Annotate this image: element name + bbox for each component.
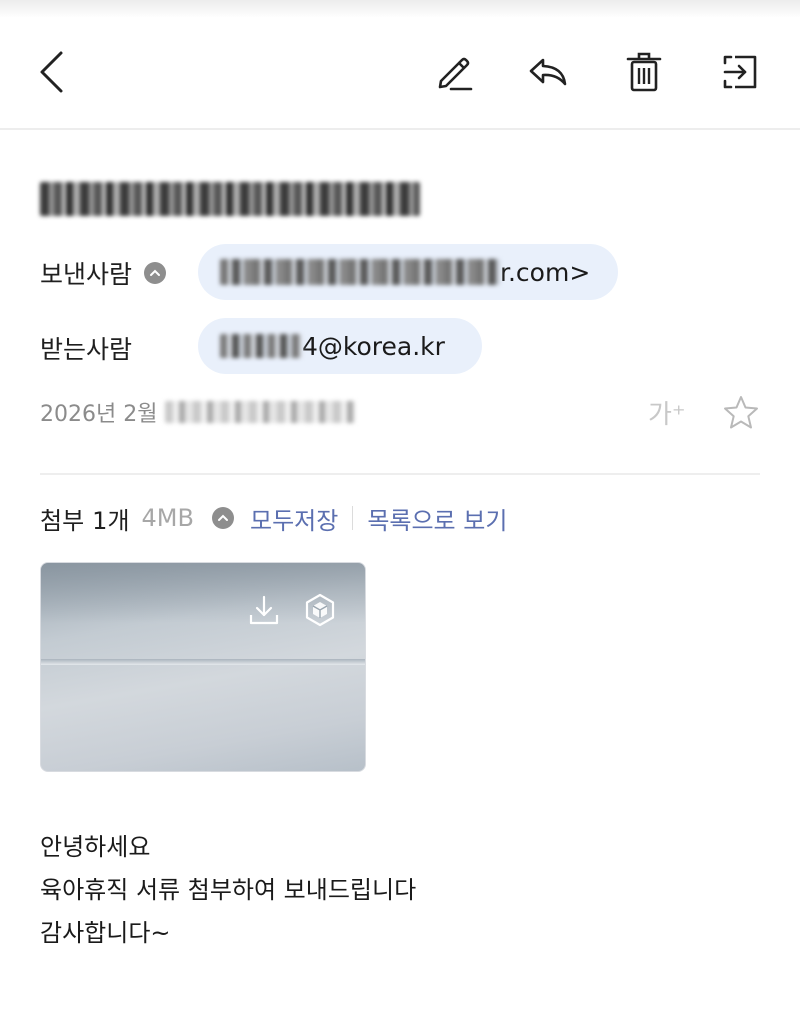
chevron-up-icon bbox=[150, 269, 161, 276]
body-line: 안녕하세요 bbox=[40, 833, 151, 861]
sender-label: 보낸사람 bbox=[40, 260, 133, 289]
star-icon bbox=[724, 396, 758, 429]
recipient-redacted bbox=[220, 334, 302, 358]
date-redacted bbox=[165, 401, 356, 423]
edit-icon bbox=[438, 57, 473, 91]
download-attachment-button[interactable] bbox=[247, 593, 281, 631]
reply-button[interactable] bbox=[520, 44, 576, 100]
body-line: 육아휴직 서류 첨부하여 보내드립니다 bbox=[40, 876, 417, 904]
header-divider bbox=[40, 473, 760, 475]
attachments-label: 첨부 bbox=[40, 506, 85, 535]
sender-address: r.com> bbox=[500, 257, 591, 287]
back-button[interactable] bbox=[24, 44, 80, 100]
save-all-link[interactable]: 모두저장 bbox=[250, 501, 338, 536]
attachment-thumbnail[interactable] bbox=[40, 562, 366, 772]
sender-redacted bbox=[220, 259, 500, 285]
drive-box-icon bbox=[305, 593, 335, 627]
mail-date: 2026년 2월 bbox=[40, 396, 356, 428]
trash-icon bbox=[626, 52, 662, 92]
recipient-address: 4@korea.kr bbox=[302, 331, 445, 361]
sender-chip[interactable]: r.com> bbox=[198, 244, 618, 300]
subject-redacted bbox=[40, 182, 420, 216]
download-icon bbox=[249, 595, 279, 625]
font-size-button[interactable]: 가⁺ bbox=[648, 394, 686, 431]
view-list-link[interactable]: 목록으로 보기 bbox=[367, 501, 507, 536]
mail-body: 안녕하세요 육아휴직 서류 첨부하여 보내드립니다 감사합니다~ bbox=[40, 826, 416, 955]
sender-expand-button[interactable] bbox=[144, 262, 167, 284]
recipient-label: 받는사람 bbox=[40, 335, 133, 364]
recipient-chip[interactable]: 4@korea.kr bbox=[198, 318, 482, 374]
mail-subject bbox=[40, 180, 420, 218]
save-to-drive-button[interactable] bbox=[303, 593, 337, 631]
edit-button[interactable] bbox=[426, 44, 482, 100]
reply-icon bbox=[529, 58, 567, 86]
body-line: 감사합니다~ bbox=[40, 919, 171, 947]
attachments-toggle-button[interactable] bbox=[211, 507, 234, 529]
move-icon bbox=[723, 55, 757, 89]
attachments-row: 첨부 1개 4MB 모두저장 목록으로 보기 bbox=[40, 500, 507, 536]
attachments-count: 1개 bbox=[92, 506, 130, 535]
back-icon bbox=[40, 51, 63, 93]
attachments-size: 4MB bbox=[141, 504, 194, 532]
mail-toolbar bbox=[0, 0, 800, 128]
chevron-up-icon bbox=[217, 514, 228, 521]
sender-row: 보낸사람 bbox=[40, 255, 167, 291]
star-button[interactable] bbox=[722, 394, 760, 436]
date-visible: 2026년 2월 bbox=[40, 402, 158, 427]
delete-button[interactable] bbox=[616, 44, 672, 100]
paper-fold-line bbox=[41, 659, 365, 665]
toolbar-divider bbox=[0, 128, 800, 130]
link-separator bbox=[352, 506, 354, 530]
move-button[interactable] bbox=[712, 44, 768, 100]
